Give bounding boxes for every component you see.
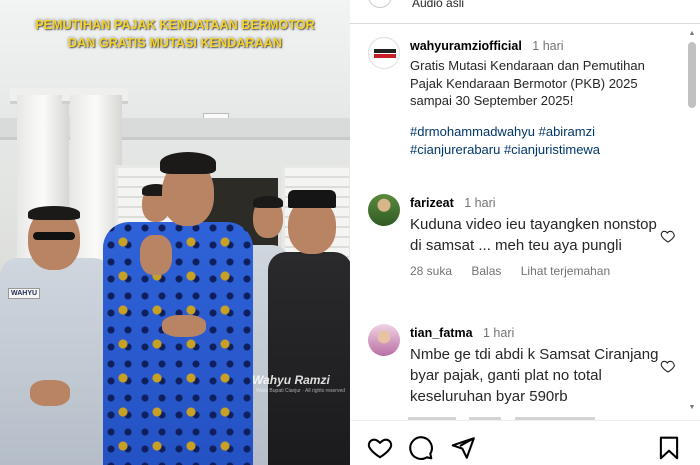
comment-icon[interactable] bbox=[408, 435, 434, 461]
video-watermark-sub: Wakil Bupati Cianjur · All rights reserv… bbox=[256, 388, 346, 394]
post-caption-text: Gratis Mutasi Kendaraan dan Pemutihan Pa… bbox=[410, 58, 645, 108]
audio-label[interactable]: Audio asli bbox=[412, 0, 464, 10]
comment-meta: 28 suka Balas Lihat terjemahan bbox=[410, 264, 662, 278]
scroll-down-arrow[interactable]: ▼ bbox=[688, 404, 696, 412]
post-side-panel: Audio asli wahyuramziofficial 1 hari Gra… bbox=[350, 0, 700, 465]
comment-time[interactable]: 1 hari bbox=[483, 326, 514, 340]
comment-text: Kuduna video ieu tayangken nonstop di sa… bbox=[410, 216, 657, 254]
video-banner: PEMUTIHAN PAJAK KENDATAAN BERMOTOR DAN G… bbox=[0, 16, 350, 52]
hashtags-line-1[interactable]: #drmohammadwahyu #abiramzi bbox=[410, 123, 662, 141]
comment-username[interactable]: tian_fatma bbox=[410, 326, 473, 340]
heart-icon[interactable] bbox=[367, 435, 393, 461]
post-time[interactable]: 1 hari bbox=[532, 39, 563, 53]
post-header-strip: Audio asli bbox=[350, 0, 700, 24]
video-watermark: Wahyu Ramzi bbox=[252, 373, 330, 387]
post-action-bar bbox=[350, 420, 700, 465]
reply-button[interactable]: Balas bbox=[471, 264, 501, 278]
comment-likes[interactable]: 28 suka bbox=[410, 264, 452, 278]
wahyu-ramzi-logo-icon bbox=[370, 39, 399, 68]
post-author-avatar[interactable] bbox=[368, 37, 400, 69]
post-hashtags[interactable]: #drmohammadwahyu #abiramzi #cianjureraba… bbox=[410, 123, 662, 159]
header-avatar[interactable] bbox=[368, 0, 392, 8]
banner-line-2: DAN GRATIS MUTASI KENDARAAN bbox=[67, 36, 283, 50]
name-tag: WAHYU bbox=[8, 288, 41, 299]
bookmark-icon[interactable] bbox=[656, 435, 682, 461]
comment-username[interactable]: farizeat bbox=[410, 196, 454, 210]
send-icon[interactable] bbox=[450, 435, 476, 461]
translate-link[interactable]: Lihat terjemahan bbox=[521, 264, 610, 278]
banner-line-1: PEMUTIHAN PAJAK KENDATAAN BERMOTOR bbox=[35, 18, 315, 32]
scrollbar-thumb[interactable] bbox=[688, 42, 696, 108]
video-player[interactable]: WAHYU PEMUTIHAN PAJAK KENDATAAN BERMOTOR… bbox=[0, 0, 350, 465]
comment-text: Nmbe ge tdi abdi k Samsat Ciranjang byar… bbox=[410, 346, 659, 405]
commenter-avatar[interactable] bbox=[368, 194, 400, 226]
scroll-up-arrow[interactable]: ▲ bbox=[688, 30, 696, 38]
comment-like-heart-icon[interactable] bbox=[660, 228, 676, 244]
commenter-avatar[interactable] bbox=[368, 324, 400, 356]
post-username[interactable]: wahyuramziofficial bbox=[410, 39, 522, 53]
hashtags-line-2[interactable]: #cianjurerabaru #cianjuristimewa bbox=[410, 141, 662, 159]
comment-time[interactable]: 1 hari bbox=[464, 196, 495, 210]
comment-like-heart-icon[interactable] bbox=[660, 358, 676, 374]
